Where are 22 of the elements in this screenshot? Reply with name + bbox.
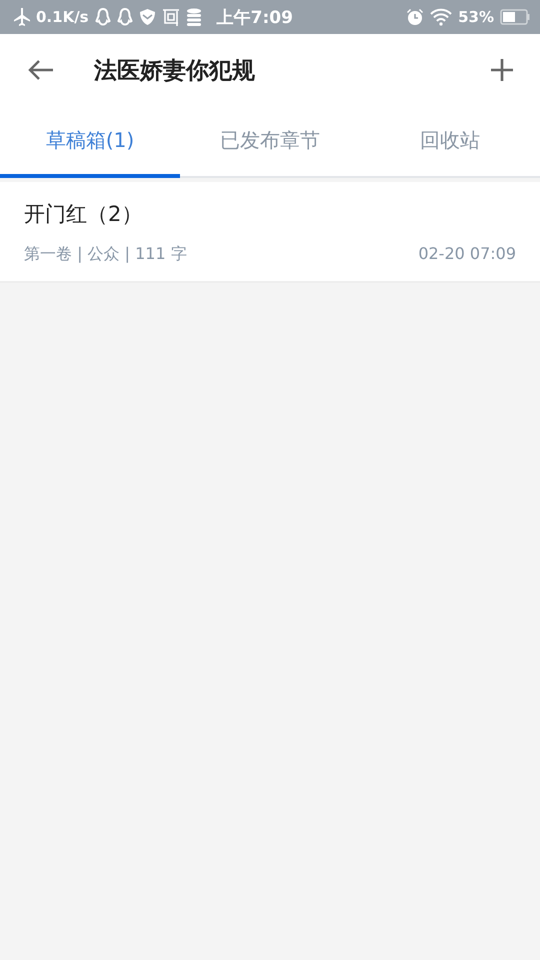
chapter-title: 开门红（2）: [24, 201, 144, 228]
tab[interactable]: 已发布章节: [180, 106, 360, 178]
chapter-info: 第一卷 | 公众 | 111 字: [24, 244, 187, 265]
battery-percent: 53%: [458, 8, 494, 26]
tab[interactable]: 草稿箱(1): [0, 106, 180, 178]
back-arrow-icon[interactable]: [28, 59, 54, 81]
draft-item[interactable]: 开门红（2） 第一卷 | 公众 | 111 字 02-20 07:09: [0, 182, 540, 283]
airplane-icon: [14, 8, 30, 26]
screenshot-icon: [162, 8, 180, 26]
clock-time: 上午7:09: [216, 6, 293, 28]
book-title: 法医娇妻你犯规: [94, 56, 256, 86]
battery-icon: [500, 9, 530, 25]
tab[interactable]: 回收站: [360, 106, 540, 178]
database-icon: [186, 8, 203, 26]
network-speed: 0.1K/s: [36, 8, 89, 26]
add-icon[interactable]: [490, 58, 514, 82]
alarm-clock-icon: [406, 8, 424, 26]
penguin-icon: [116, 8, 133, 26]
shield-icon: [138, 8, 156, 26]
edit-time: 02-20 07:09: [418, 244, 516, 265]
penguin-icon: [94, 8, 111, 26]
wifi-icon: [430, 8, 452, 26]
